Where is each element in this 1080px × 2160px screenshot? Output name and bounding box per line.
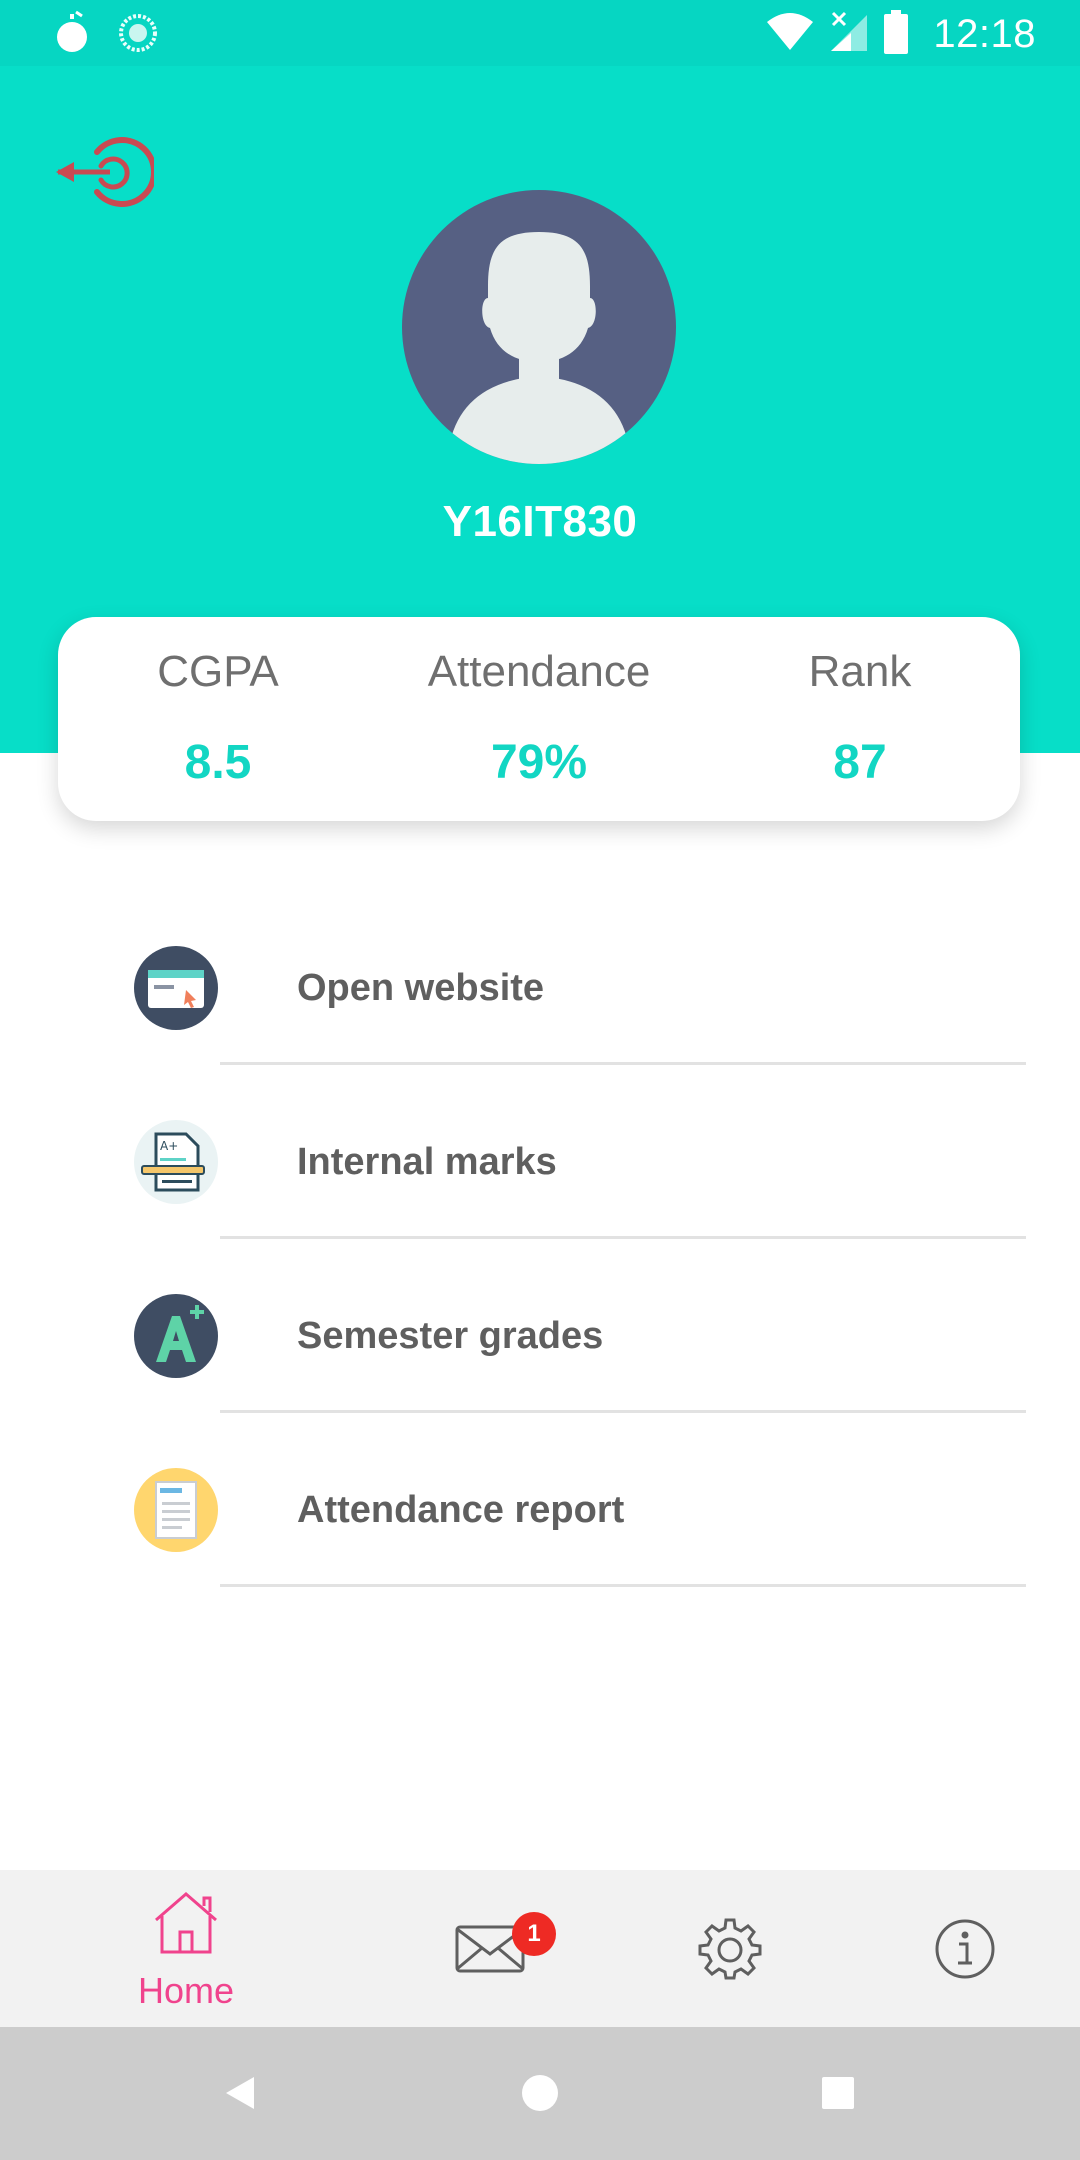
website-browser-icon — [134, 946, 218, 1030]
home-system-button[interactable] — [520, 2073, 560, 2113]
nav-info[interactable] — [914, 1870, 1014, 2027]
notification-badge: 1 — [512, 1912, 556, 1956]
menu-label: Internal marks — [297, 1141, 557, 1183]
grade-a-plus-icon — [134, 1294, 218, 1378]
status-indicators: 12:18 — [765, 6, 1036, 62]
stat-value: 79% — [490, 736, 588, 789]
menu-label: Attendance report — [297, 1489, 625, 1531]
menu-label: Open website — [297, 967, 545, 1009]
stat-value: 8.5 — [184, 736, 252, 789]
user-avatar-icon — [402, 190, 676, 464]
sync-icon — [118, 10, 158, 61]
marks-document-icon: A+ — [134, 1120, 218, 1204]
status-clock: 12:18 — [933, 11, 1036, 56]
stat-rank: Rank 87 — [700, 617, 1020, 821]
stat-label: Rank — [808, 647, 912, 696]
wifi-icon — [765, 12, 815, 57]
menu-divider — [220, 1410, 1026, 1413]
menu-item-open-website[interactable]: Open website — [0, 905, 1080, 1079]
stat-value: 87 — [833, 736, 887, 789]
recents-button[interactable] — [820, 2075, 856, 2111]
menu-item-attendance-report[interactable]: Attendance report — [0, 1427, 1080, 1601]
status-bar: 12:18 — [0, 0, 1080, 66]
nav-home-label: Home — [137, 1970, 235, 2011]
home-icon — [155, 1892, 217, 1954]
app-notification-icon — [54, 10, 90, 61]
menu-label: Semester grades — [297, 1315, 604, 1357]
stat-label: Attendance — [427, 647, 651, 696]
stat-attendance: Attendance 79% — [379, 617, 699, 821]
app-screen: 12:18 Y16IT830 CGPA 8.5 Attendance 79% R… — [0, 0, 1080, 2160]
stats-card: CGPA 8.5 Attendance 79% Rank 87 — [58, 617, 1020, 821]
stat-cgpa: CGPA 8.5 — [58, 617, 378, 821]
stat-label: CGPA — [157, 647, 279, 696]
nav-home[interactable]: Home — [100, 1870, 272, 2027]
menu-divider — [220, 1062, 1026, 1065]
back-button[interactable] — [222, 2073, 258, 2113]
menu-divider — [220, 1236, 1026, 1239]
menu-item-semester-grades[interactable]: Semester grades — [0, 1253, 1080, 1427]
report-icon — [134, 1468, 218, 1552]
menu-item-internal-marks[interactable]: A+ Internal marks — [0, 1079, 1080, 1253]
system-navigation-bar — [0, 2027, 1080, 2160]
student-id: Y16IT830 — [442, 497, 638, 546]
info-icon — [935, 1919, 995, 1979]
svg-text:A+: A+ — [160, 1139, 178, 1153]
battery-icon — [883, 9, 909, 59]
logout-icon — [56, 137, 157, 207]
no-signal-icon — [829, 11, 869, 58]
nav-settings[interactable] — [680, 1870, 780, 2027]
settings-icon — [698, 1918, 762, 1980]
logout-button[interactable] — [54, 130, 157, 214]
menu-divider — [220, 1584, 1026, 1587]
